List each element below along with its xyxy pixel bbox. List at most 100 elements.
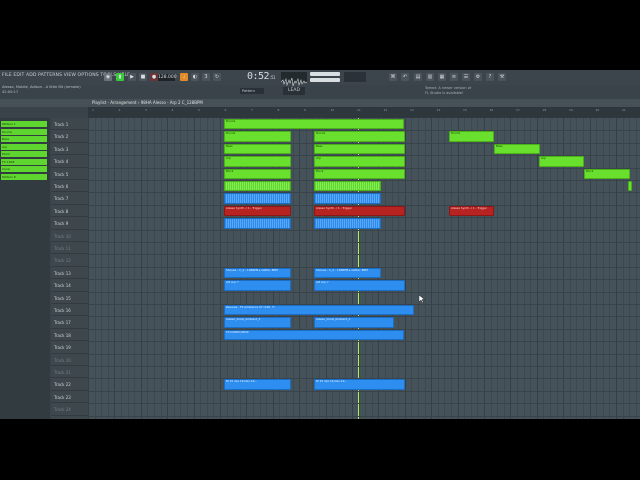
playlist-grid[interactable]: Drums Drums Drums Bass Bass Arp Arp Pluck Pluck D… (88, 118, 640, 419)
playlist-clip[interactable]: Bass (224, 143, 291, 155)
playlist-clip[interactable] (224, 218, 291, 229)
grid-beat-line (305, 118, 307, 419)
track-header[interactable]: Track 18 (51, 329, 88, 342)
loop-record-button[interactable]: ↻ (213, 73, 221, 81)
song-mode-button[interactable]: ◉ (104, 73, 112, 81)
pattern-mode-button[interactable]: ▮ (116, 73, 124, 81)
browser-pattern-item[interactable]: Pluck (1, 151, 47, 157)
playlist-clip[interactable] (628, 181, 632, 192)
browser-pattern-item[interactable]: Pattern 1 (1, 121, 47, 127)
track-header[interactable]: Track 10 (51, 230, 88, 242)
playlist-clip[interactable] (224, 193, 291, 204)
help-icon[interactable]: ? (486, 73, 494, 81)
playlist-icon[interactable]: ▤ (414, 73, 422, 81)
track-header[interactable]: Track 17 (51, 316, 88, 329)
playlist-clip[interactable]: Alesso Synth..r 1 - Trigger (224, 205, 291, 217)
track-header[interactable]: Track 23 (51, 391, 88, 404)
master-volume-slider[interactable] (310, 72, 340, 76)
timeline-ruler[interactable]: 1 2 3 4 5 6 7 8 9 10 11 12 13 14 15 16 17 18 19 20 21 (88, 107, 640, 118)
browser-pattern-item[interactable]: Arp (1, 143, 47, 150)
master-pitch-slider[interactable] (310, 78, 340, 82)
playlist-clip[interactable] (314, 181, 381, 192)
playlist-clip[interactable]: FX DOWN DROP (224, 329, 404, 341)
fl-studio-window: FILE EDIT ADD PATTERNS VIEW OPTIONS TOOL… (0, 70, 640, 419)
play-button[interactable]: ▶ (128, 73, 136, 81)
playlist-clip[interactable]: Shouse - C_2 - 128BPM ▸ Glitter..BPM (314, 267, 381, 279)
playlist-clip[interactable]: Pluck (224, 168, 291, 179)
track-header[interactable]: Track 16 (51, 304, 88, 317)
track-header[interactable]: Track 24 (51, 403, 88, 416)
playlist-clip[interactable] (314, 218, 381, 229)
track-header[interactable]: Track 4 (51, 155, 88, 168)
ruler-bar-number: 21 (622, 108, 626, 112)
clip-label: Bass (496, 143, 503, 148)
browser-pattern-item[interactable]: Vocal (1, 166, 47, 172)
track-header[interactable]: Track 22 (51, 378, 88, 391)
track-header[interactable]: Track 6 (51, 180, 88, 193)
plugin-picker-icon[interactable]: ⚙ (474, 73, 482, 81)
track-header[interactable]: Track 11 (51, 242, 88, 255)
playlist-clip[interactable]: Drums (224, 131, 291, 142)
playlist-clip[interactable]: Arp (314, 156, 405, 167)
track-header[interactable]: Track 19 (51, 341, 88, 354)
channel-rack-icon[interactable]: ▦ (438, 73, 446, 81)
playlist-clip[interactable]: Bass (494, 143, 540, 155)
playlist-clip[interactable]: lofi Arp 7 (224, 280, 291, 291)
update-hint[interactable]: Tomez: A newer version of FL Studio is a… (425, 86, 471, 95)
playlist-clip[interactable]: Alesso_Vocal_Ambient_4 (224, 317, 291, 328)
playlist-clip[interactable]: Bl 15 des 19-Dec-19... (314, 379, 405, 390)
snap-icon[interactable]: ⌘ (389, 73, 397, 81)
playlist-clip[interactable]: Bass (314, 143, 405, 155)
settings-icon[interactable]: ⚒ (498, 73, 506, 81)
track-header[interactable]: Track 21 (51, 366, 88, 379)
grid-beat-line (418, 118, 419, 419)
playlist-clip[interactable] (314, 193, 381, 204)
metronome-button[interactable]: ♩ (180, 73, 188, 81)
track-header[interactable]: Track 1 (51, 118, 88, 131)
browser-pattern-item[interactable]: FX 1308 (1, 158, 47, 165)
playlist-clip[interactable]: Pluck (314, 168, 405, 179)
browser-icon[interactable]: ☰ (462, 73, 470, 81)
stop-button[interactable]: ■ (139, 73, 147, 81)
grid-beat-line (154, 118, 155, 419)
track-header[interactable]: Track 8 (51, 205, 88, 218)
track-header[interactable]: Track 2 (51, 130, 88, 143)
browser-pattern-item[interactable]: Drums (1, 128, 47, 135)
playlist-clip[interactable]: Drums (224, 119, 404, 130)
track-header[interactable]: Track 15 (51, 292, 88, 304)
piano-roll-icon[interactable]: ▥ (426, 73, 434, 81)
playlist-clip[interactable]: Alesso Synth..r 1 - Trigger (314, 205, 405, 217)
channel-selector[interactable]: LEAD (283, 87, 305, 95)
ruler-bar-number: 3 (145, 108, 147, 112)
track-header[interactable]: Track 13 (51, 267, 88, 280)
playlist-clip[interactable] (224, 181, 291, 192)
record-button[interactable]: ● (150, 73, 158, 81)
playlist-clip[interactable]: Arp (539, 156, 584, 167)
clip-label: Drums (451, 131, 461, 136)
browser-pattern-item[interactable]: Pattern 8 (1, 173, 47, 180)
playlist-clip[interactable]: Bl 15 des 19-Dec-19... (224, 379, 291, 390)
pattern-selector[interactable]: Pattern (240, 88, 264, 94)
track-header[interactable]: Track 9 (51, 217, 88, 230)
track-header[interactable]: Track 12 (51, 254, 88, 267)
playlist-clip[interactable]: Alesso Synth..r 1 - Trigger (449, 205, 494, 217)
playlist-clip[interactable]: Reverse - FS Ambience 07 (128, 7) (224, 305, 414, 316)
countdown-button[interactable]: 3 (202, 73, 210, 81)
track-header[interactable]: Track 5 (51, 168, 88, 180)
track-header[interactable]: Track 7 (51, 192, 88, 205)
track-header[interactable]: Track 3 (51, 143, 88, 156)
playlist-clip[interactable]: Drums (314, 131, 405, 142)
playlist-clip[interactable]: Arp (224, 156, 291, 167)
track-header[interactable]: Track 20 (51, 354, 88, 366)
wait-input-button[interactable]: ◐ (191, 73, 199, 81)
mixer-icon[interactable]: ≡ (450, 73, 458, 81)
tempo-display[interactable]: 128.000 (158, 74, 177, 81)
undo-icon[interactable]: ↶ (401, 73, 409, 81)
track-header[interactable]: Track 14 (51, 279, 88, 292)
playlist-clip[interactable]: Alesso_Vocal_Ambient_4 (314, 317, 394, 328)
playlist-clip[interactable]: lofi Arp 7 (314, 280, 405, 291)
playlist-clip[interactable]: Shouse - C_2 - 128BPM ▸ Glitter..BPM (224, 267, 291, 279)
playlist-clip[interactable]: Pluck (584, 168, 630, 179)
browser-pattern-item[interactable]: Bass (1, 136, 47, 142)
playlist-clip[interactable]: Drums (449, 131, 494, 142)
